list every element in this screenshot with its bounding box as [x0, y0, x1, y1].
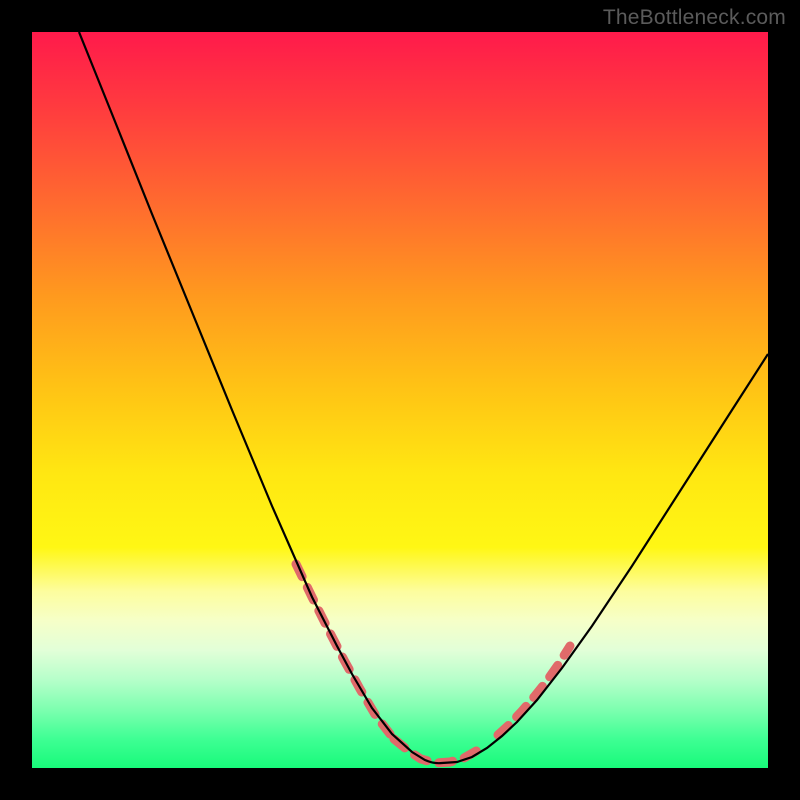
chart-frame: TheBottleneck.com: [0, 0, 800, 800]
dashed-right: [498, 646, 570, 735]
dashed-overlay-group: [296, 564, 570, 763]
dashed-left: [296, 564, 390, 734]
curve-main: [79, 32, 768, 763]
plot-area: [32, 32, 768, 768]
watermark-text: TheBottleneck.com: [603, 6, 786, 30]
curve-layer: [32, 32, 768, 768]
